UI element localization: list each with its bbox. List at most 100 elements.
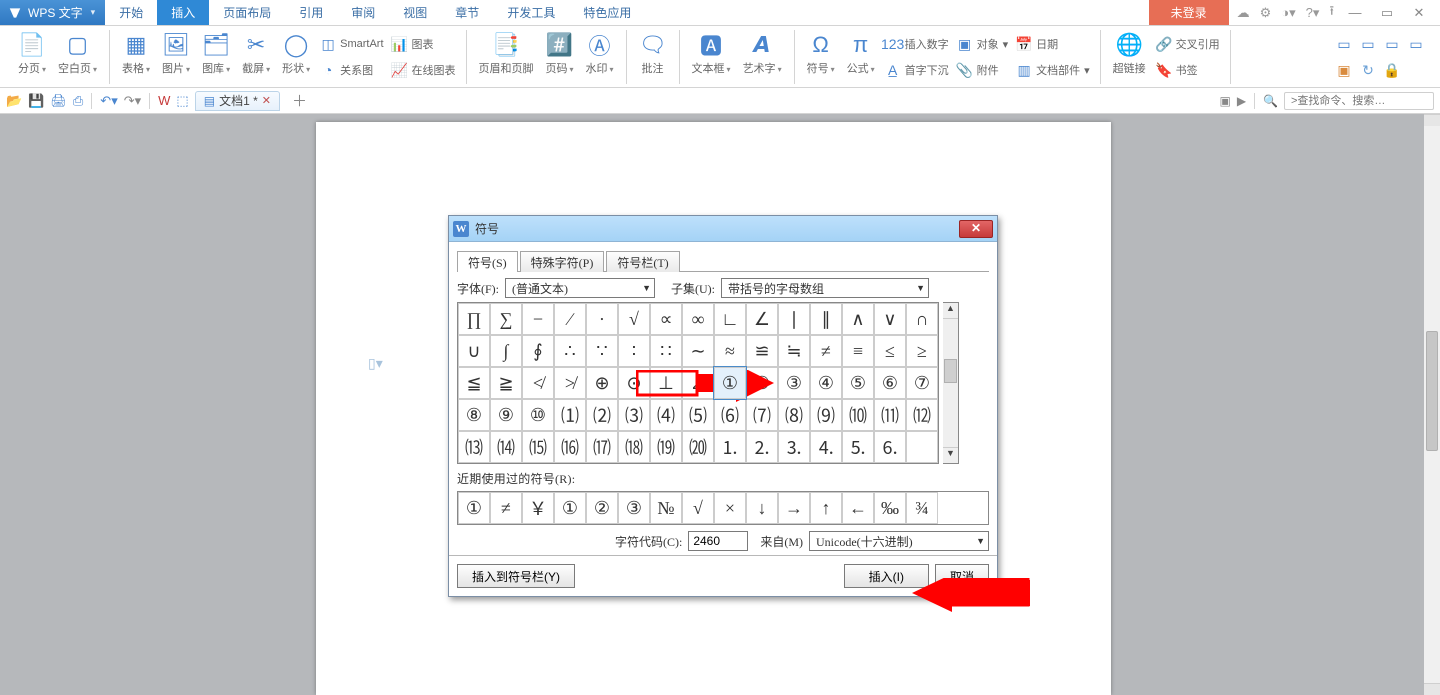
symbol-cell[interactable]: ≈ (714, 335, 746, 367)
misc6-button[interactable]: ↻ (1358, 58, 1378, 82)
gallery-button[interactable]: 🗂 图库▾ (198, 30, 234, 78)
symbol-cell[interactable]: ∟ (714, 303, 746, 335)
subset-combo[interactable]: 带括号的字母数组 ▼ (721, 278, 929, 298)
symbol-cell[interactable]: ∴ (554, 335, 586, 367)
scroll-down-button[interactable] (1424, 683, 1440, 695)
symbol-cell[interactable]: ∏ (458, 303, 490, 335)
online-chart-button[interactable]: 📈在线图表 (390, 58, 458, 82)
smartart-button[interactable]: ◫SmartArt (318, 32, 385, 56)
symbol-cell[interactable]: ≠ (810, 335, 842, 367)
tab-page-layout[interactable]: 页面布局 (209, 0, 285, 25)
bookmark-button[interactable]: 🔖书签 (1154, 58, 1222, 82)
symbol-cell[interactable]: ③ (778, 367, 810, 399)
dialog-titlebar[interactable]: W 符号 ✕ (449, 216, 997, 242)
symbol-cell[interactable]: ⒁ (490, 431, 522, 463)
recent-symbol-cell[interactable]: ① (458, 492, 490, 524)
symbol-cell[interactable]: ⒂ (522, 431, 554, 463)
recent-symbol-cell[interactable]: ‰ (874, 492, 906, 524)
tab-insert[interactable]: 插入 (157, 0, 209, 25)
document-tab[interactable]: ▤ 文档1 * ✕ (195, 91, 280, 111)
equation-button[interactable]: π 公式▾ (843, 30, 879, 78)
scroll-down-icon[interactable]: ▼ (943, 447, 958, 463)
recent-symbol-cell[interactable]: № (650, 492, 682, 524)
scroll-thumb[interactable] (944, 359, 957, 383)
misc1-button[interactable]: ▭ (1334, 32, 1354, 56)
symbol-cell[interactable]: ⑨ (490, 399, 522, 431)
page-number-button[interactable]: #️⃣ 页码▾ (542, 30, 578, 78)
maximize-button[interactable]: ▭ (1374, 4, 1400, 22)
tab-review[interactable]: 审阅 (337, 0, 389, 25)
scroll-up-icon[interactable]: ▲ (943, 303, 958, 319)
recent-symbol-cell[interactable]: ↓ (746, 492, 778, 524)
recent-symbol-cell[interactable]: ① (554, 492, 586, 524)
help-icon[interactable]: ?▾ (1304, 5, 1322, 21)
print-icon[interactable]: 🖨 (50, 93, 67, 109)
wordart-button[interactable]: 𝘼 艺术字▾ (739, 30, 786, 78)
doc-close-icon[interactable]: ✕ (262, 94, 271, 107)
symbol-cell[interactable]: ≥ (906, 335, 938, 367)
comment-button[interactable]: 🗨 批注 (635, 30, 671, 78)
image-button[interactable]: 🖼 图片▾ (158, 30, 194, 78)
save-icon[interactable]: 💾 (28, 93, 44, 109)
symbol-cell[interactable]: ∠ (746, 303, 778, 335)
symbol-cell[interactable]: ⊥ (650, 367, 682, 399)
misc4-button[interactable]: ▭ (1406, 32, 1426, 56)
font-combo[interactable]: (普通文本) ▼ (505, 278, 655, 298)
symbol-cell[interactable]: ≒ (778, 335, 810, 367)
symbol-cell[interactable]: ⑹ (714, 399, 746, 431)
wps-red-icon[interactable]: W (158, 93, 170, 108)
symbol-cell[interactable]: ⑿ (906, 399, 938, 431)
symbol-cell[interactable]: ∣ (778, 303, 810, 335)
symbol-cell[interactable]: ∙ (586, 303, 618, 335)
symbol-cell[interactable]: ∵ (586, 335, 618, 367)
recent-symbol-cell[interactable]: ← (842, 492, 874, 524)
misc7-button[interactable]: 🔒 (1382, 58, 1402, 82)
symbol-cell[interactable]: ∝ (650, 303, 682, 335)
symbol-cell[interactable]: ⑺ (746, 399, 778, 431)
symbol-cell[interactable]: ∷ (650, 335, 682, 367)
insert-button[interactable]: 插入(I) (844, 564, 929, 588)
symbol-cell[interactable]: ⑼ (810, 399, 842, 431)
symbol-cell[interactable]: ∩ (906, 303, 938, 335)
symbol-cell[interactable]: ⒌ (842, 431, 874, 463)
symbol-cell[interactable]: ⒆ (650, 431, 682, 463)
from-combo[interactable]: Unicode(十六进制) ▼ (809, 531, 989, 551)
symbol-cell[interactable]: ⊿ (682, 367, 714, 399)
insert-to-bar-button[interactable]: 插入到符号栏(Y) (457, 564, 575, 588)
symbol-cell[interactable]: ∼ (682, 335, 714, 367)
dialog-close-button[interactable]: ✕ (959, 220, 993, 238)
symbol-cell[interactable]: ⒀ (458, 431, 490, 463)
symbol-cell[interactable]: √ (618, 303, 650, 335)
symbol-cell[interactable]: ⑶ (618, 399, 650, 431)
symbol-cell[interactable]: ⒅ (618, 431, 650, 463)
misc2-button[interactable]: ▭ (1358, 32, 1378, 56)
cancel-button[interactable]: 取消 (935, 564, 989, 588)
char-code-input[interactable] (688, 531, 748, 551)
symbol-cell[interactable]: ④ (810, 367, 842, 399)
symbol-cell[interactable]: ⑸ (682, 399, 714, 431)
arrow-box-icon[interactable]: ⭱ (1327, 2, 1336, 24)
symbol-cell[interactable]: ⒍ (874, 431, 906, 463)
screenshot-button[interactable]: ✂ 截屏▾ (238, 30, 274, 78)
symbol-cell[interactable]: ⊕ (586, 367, 618, 399)
watermark-button[interactable]: Ⓐ 水印▾ (582, 30, 618, 78)
close-button[interactable]: ✕ (1406, 4, 1432, 22)
blank-page-button[interactable]: ▢ 空白页▾ (54, 30, 101, 78)
recent-symbol-cell[interactable]: ≠ (490, 492, 522, 524)
symbol-cell[interactable]: ∪ (458, 335, 490, 367)
symbol-cell[interactable]: ⊙ (618, 367, 650, 399)
symbol-cell[interactable]: ≮ (522, 367, 554, 399)
symbol-cell[interactable]: ⑴ (554, 399, 586, 431)
symbol-cell[interactable]: ⑧ (458, 399, 490, 431)
dlg-tab-special[interactable]: 特殊字符(P) (520, 251, 605, 272)
symbol-cell[interactable]: ⑦ (906, 367, 938, 399)
symbol-cell[interactable] (906, 431, 938, 463)
hyperlink-button[interactable]: 🌐 超链接 (1109, 30, 1150, 78)
recent-symbol-cell[interactable]: × (714, 492, 746, 524)
symbol-cell[interactable]: ⑥ (874, 367, 906, 399)
tab-sections[interactable]: 章节 (441, 0, 493, 25)
insert-number-button[interactable]: 123插入数字 (883, 32, 951, 56)
symbol-cell[interactable]: ⑾ (874, 399, 906, 431)
minimize-button[interactable]: — (1342, 4, 1368, 22)
scroll-up-button[interactable] (1424, 114, 1440, 126)
